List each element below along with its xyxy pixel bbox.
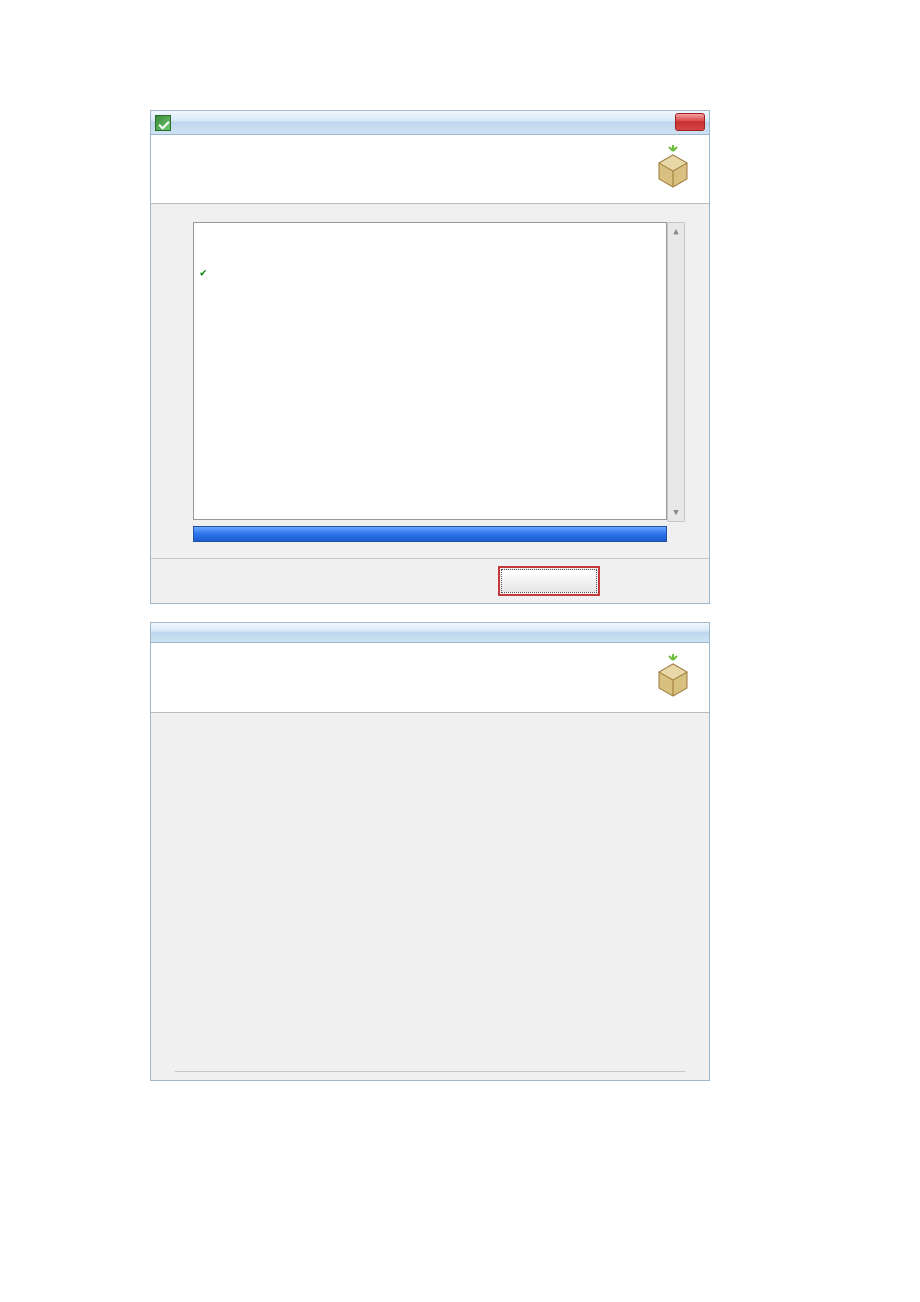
next-button[interactable]	[501, 569, 597, 593]
progress-bar	[193, 526, 667, 542]
content-area: ▲ ▼ ✔	[151, 204, 709, 520]
scroll-up-icon[interactable]: ▲	[668, 223, 684, 240]
installer-dialog-syscheck	[150, 622, 710, 1081]
divider	[175, 1071, 685, 1072]
dialog-header	[151, 135, 709, 204]
titlebar[interactable]	[151, 623, 709, 643]
close-button[interactable]	[675, 113, 705, 131]
app-icon	[155, 115, 171, 131]
scroll-down-icon[interactable]: ▼	[668, 504, 684, 521]
dialog-footer	[151, 558, 709, 603]
box-icon	[651, 654, 695, 698]
content-area	[151, 713, 709, 1080]
check-icon: ✔	[200, 266, 207, 279]
cancel-button[interactable]	[615, 569, 695, 593]
titlebar[interactable]	[151, 111, 709, 135]
dialog-header	[151, 643, 709, 713]
progress-row	[151, 520, 709, 558]
installer-dialog-prerequisites: ▲ ▼ ✔	[150, 110, 710, 604]
panel-item-row: ✔	[200, 265, 660, 279]
box-icon	[651, 145, 695, 189]
components-panel: ▲ ▼ ✔	[193, 222, 667, 520]
scrollbar[interactable]: ▲ ▼	[667, 222, 685, 522]
